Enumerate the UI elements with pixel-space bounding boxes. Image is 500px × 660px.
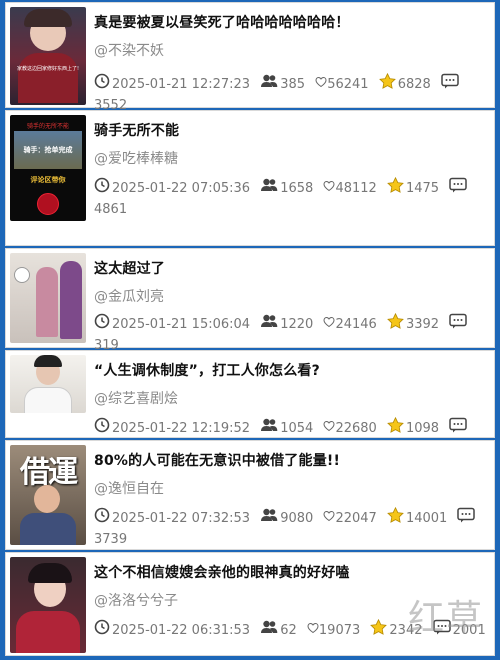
hair-shape: [34, 355, 62, 367]
comments-count: 4861: [94, 202, 128, 217]
thumbnail-mid-text: 骑手：抢单完成: [23, 146, 73, 154]
hair-shape: [24, 9, 72, 27]
post-card[interactable]: 借運 80%的人可能在无意识中被借了能量!! @逸恒自在 2025-01-22 …: [5, 440, 495, 550]
clock-icon: [94, 177, 110, 200]
post-author[interactable]: @金瓜刘亮: [94, 286, 164, 306]
post-author[interactable]: @综艺喜剧烩: [94, 388, 178, 408]
users-icon: [260, 73, 278, 96]
clock-icon: [94, 313, 110, 336]
post-time: 2025-01-22 12:19:52: [112, 420, 251, 436]
robe-shape: [16, 611, 80, 653]
users-count: 1658: [280, 180, 314, 196]
person-shape: [36, 267, 58, 337]
post-card[interactable]: 这个不相信嫂嫂会亲他的眼神真的好好嗑 @洛洛兮兮子 2025-01-22 06:…: [5, 552, 495, 656]
post-title[interactable]: 这个不相信嫂嫂会亲他的眼神真的好好嗑: [94, 562, 350, 582]
heart-icon: [323, 509, 335, 529]
stars-count: 1098: [405, 420, 440, 436]
post-meta: 2025-01-22 07:32:53 9080 22047 14001 373…: [94, 506, 488, 551]
clock-icon: [94, 73, 110, 96]
post-author[interactable]: @洛洛兮兮子: [94, 590, 178, 610]
users-count: 1054: [280, 420, 314, 436]
jacket-shape: [18, 53, 78, 103]
post-card[interactable]: “人生调休制度”，打工人你怎么看? @综艺喜剧烩 2025-01-22 12:1…: [5, 350, 495, 457]
users-count: 9080: [280, 510, 314, 526]
heart-icon: [323, 419, 335, 439]
comments-count: 3739: [94, 532, 128, 547]
avatar-shape: [14, 267, 30, 283]
post-card[interactable]: 骑手的无所不能 骑手：抢单完成 评论区带你 骑手无所不能 @爱吃棒棒糖 2025…: [5, 110, 495, 246]
post-thumbnail[interactable]: 骑手的无所不能 骑手：抢单完成 评论区带你: [10, 115, 86, 221]
likes-count: 22680: [335, 420, 377, 436]
star-icon: [387, 416, 404, 440]
stars-count: 14001: [405, 510, 448, 526]
likes-count: 24146: [335, 316, 377, 332]
thumbnail-caption: 家教这边回家修好东西上了!: [16, 66, 79, 72]
post-time: 2025-01-22 06:31:53: [112, 622, 251, 638]
star-icon: [370, 618, 388, 642]
post-title[interactable]: 骑手无所不能: [94, 120, 179, 140]
post-author[interactable]: @爱吃棒棒糖: [94, 148, 178, 168]
shirt-shape: [20, 513, 76, 545]
likes-count: 56241: [327, 76, 369, 92]
post-title[interactable]: 真是要被夏以昼笑死了哈哈哈哈哈哈哈！: [94, 12, 350, 32]
comment-icon: [449, 313, 467, 336]
hair-shape: [28, 563, 72, 583]
heart-icon: [323, 315, 335, 335]
users-icon: [260, 177, 278, 200]
users-count: 62: [280, 622, 297, 638]
post-title[interactable]: 80%的人可能在无意识中被借了能量!!: [94, 450, 340, 470]
post-thumbnail[interactable]: [10, 557, 86, 653]
heart-icon: [315, 75, 327, 95]
comment-icon: [449, 417, 467, 440]
post-meta: 2025-01-22 07:05:36 1658 48112 1475 4861: [94, 176, 488, 221]
post-thumbnail[interactable]: 家教这边回家修好东西上了!: [10, 7, 86, 105]
post-author[interactable]: @逸恒自在: [94, 478, 164, 498]
post-time: 2025-01-21 15:06:04: [112, 316, 251, 332]
post-thumbnail[interactable]: [10, 355, 86, 413]
stars-count: 1475: [405, 180, 440, 196]
post-card[interactable]: 家教这边回家修好东西上了! 真是要被夏以昼笑死了哈哈哈哈哈哈哈！ @不染不妖 2…: [5, 2, 495, 113]
likes-count: 22047: [335, 510, 377, 526]
clock-icon: [94, 417, 110, 440]
comment-icon: [449, 177, 467, 200]
watermark: 红草: [407, 598, 484, 639]
star-icon: [387, 312, 404, 336]
stars-count: 6828: [397, 76, 431, 92]
clock-icon: [94, 507, 110, 530]
post-thumbnail[interactable]: [10, 253, 86, 343]
stars-count: 3392: [405, 316, 440, 332]
likes-count: 19073: [318, 622, 361, 638]
person-shape: [60, 261, 82, 339]
post-title[interactable]: 这太超过了: [94, 258, 165, 278]
badge-shape: [37, 193, 59, 215]
shirt-shape: [24, 387, 72, 413]
thumbnail-bottom-text: 评论区带你: [30, 176, 66, 184]
heart-icon: [323, 179, 335, 199]
star-icon: [387, 506, 404, 530]
star-icon: [387, 176, 404, 200]
post-time: 2025-01-22 07:05:36: [112, 180, 251, 196]
star-icon: [378, 72, 396, 96]
post-time: 2025-01-22 07:32:53: [112, 510, 251, 526]
thumbnail-top-text: 骑手的无所不能: [26, 123, 69, 130]
likes-count: 48112: [335, 180, 377, 196]
post-title[interactable]: “人生调休制度”，打工人你怎么看?: [94, 360, 320, 380]
comment-icon: [441, 73, 459, 96]
heart-icon: [307, 621, 319, 641]
users-icon: [260, 507, 278, 530]
face-shape: [34, 485, 60, 513]
users-icon: [260, 313, 278, 336]
comment-icon: [457, 507, 476, 530]
post-thumbnail[interactable]: 借運: [10, 445, 86, 545]
clock-icon: [94, 619, 110, 642]
users-icon: [260, 417, 278, 440]
users-count: 385: [280, 76, 306, 92]
users-count: 1220: [280, 316, 314, 332]
users-icon: [260, 619, 278, 642]
post-author[interactable]: @不染不妖: [94, 40, 164, 60]
post-card[interactable]: 这太超过了 @金瓜刘亮 2025-01-21 15:06:04 1220 241…: [5, 248, 495, 353]
post-time: 2025-01-21 12:27:23: [112, 76, 251, 92]
